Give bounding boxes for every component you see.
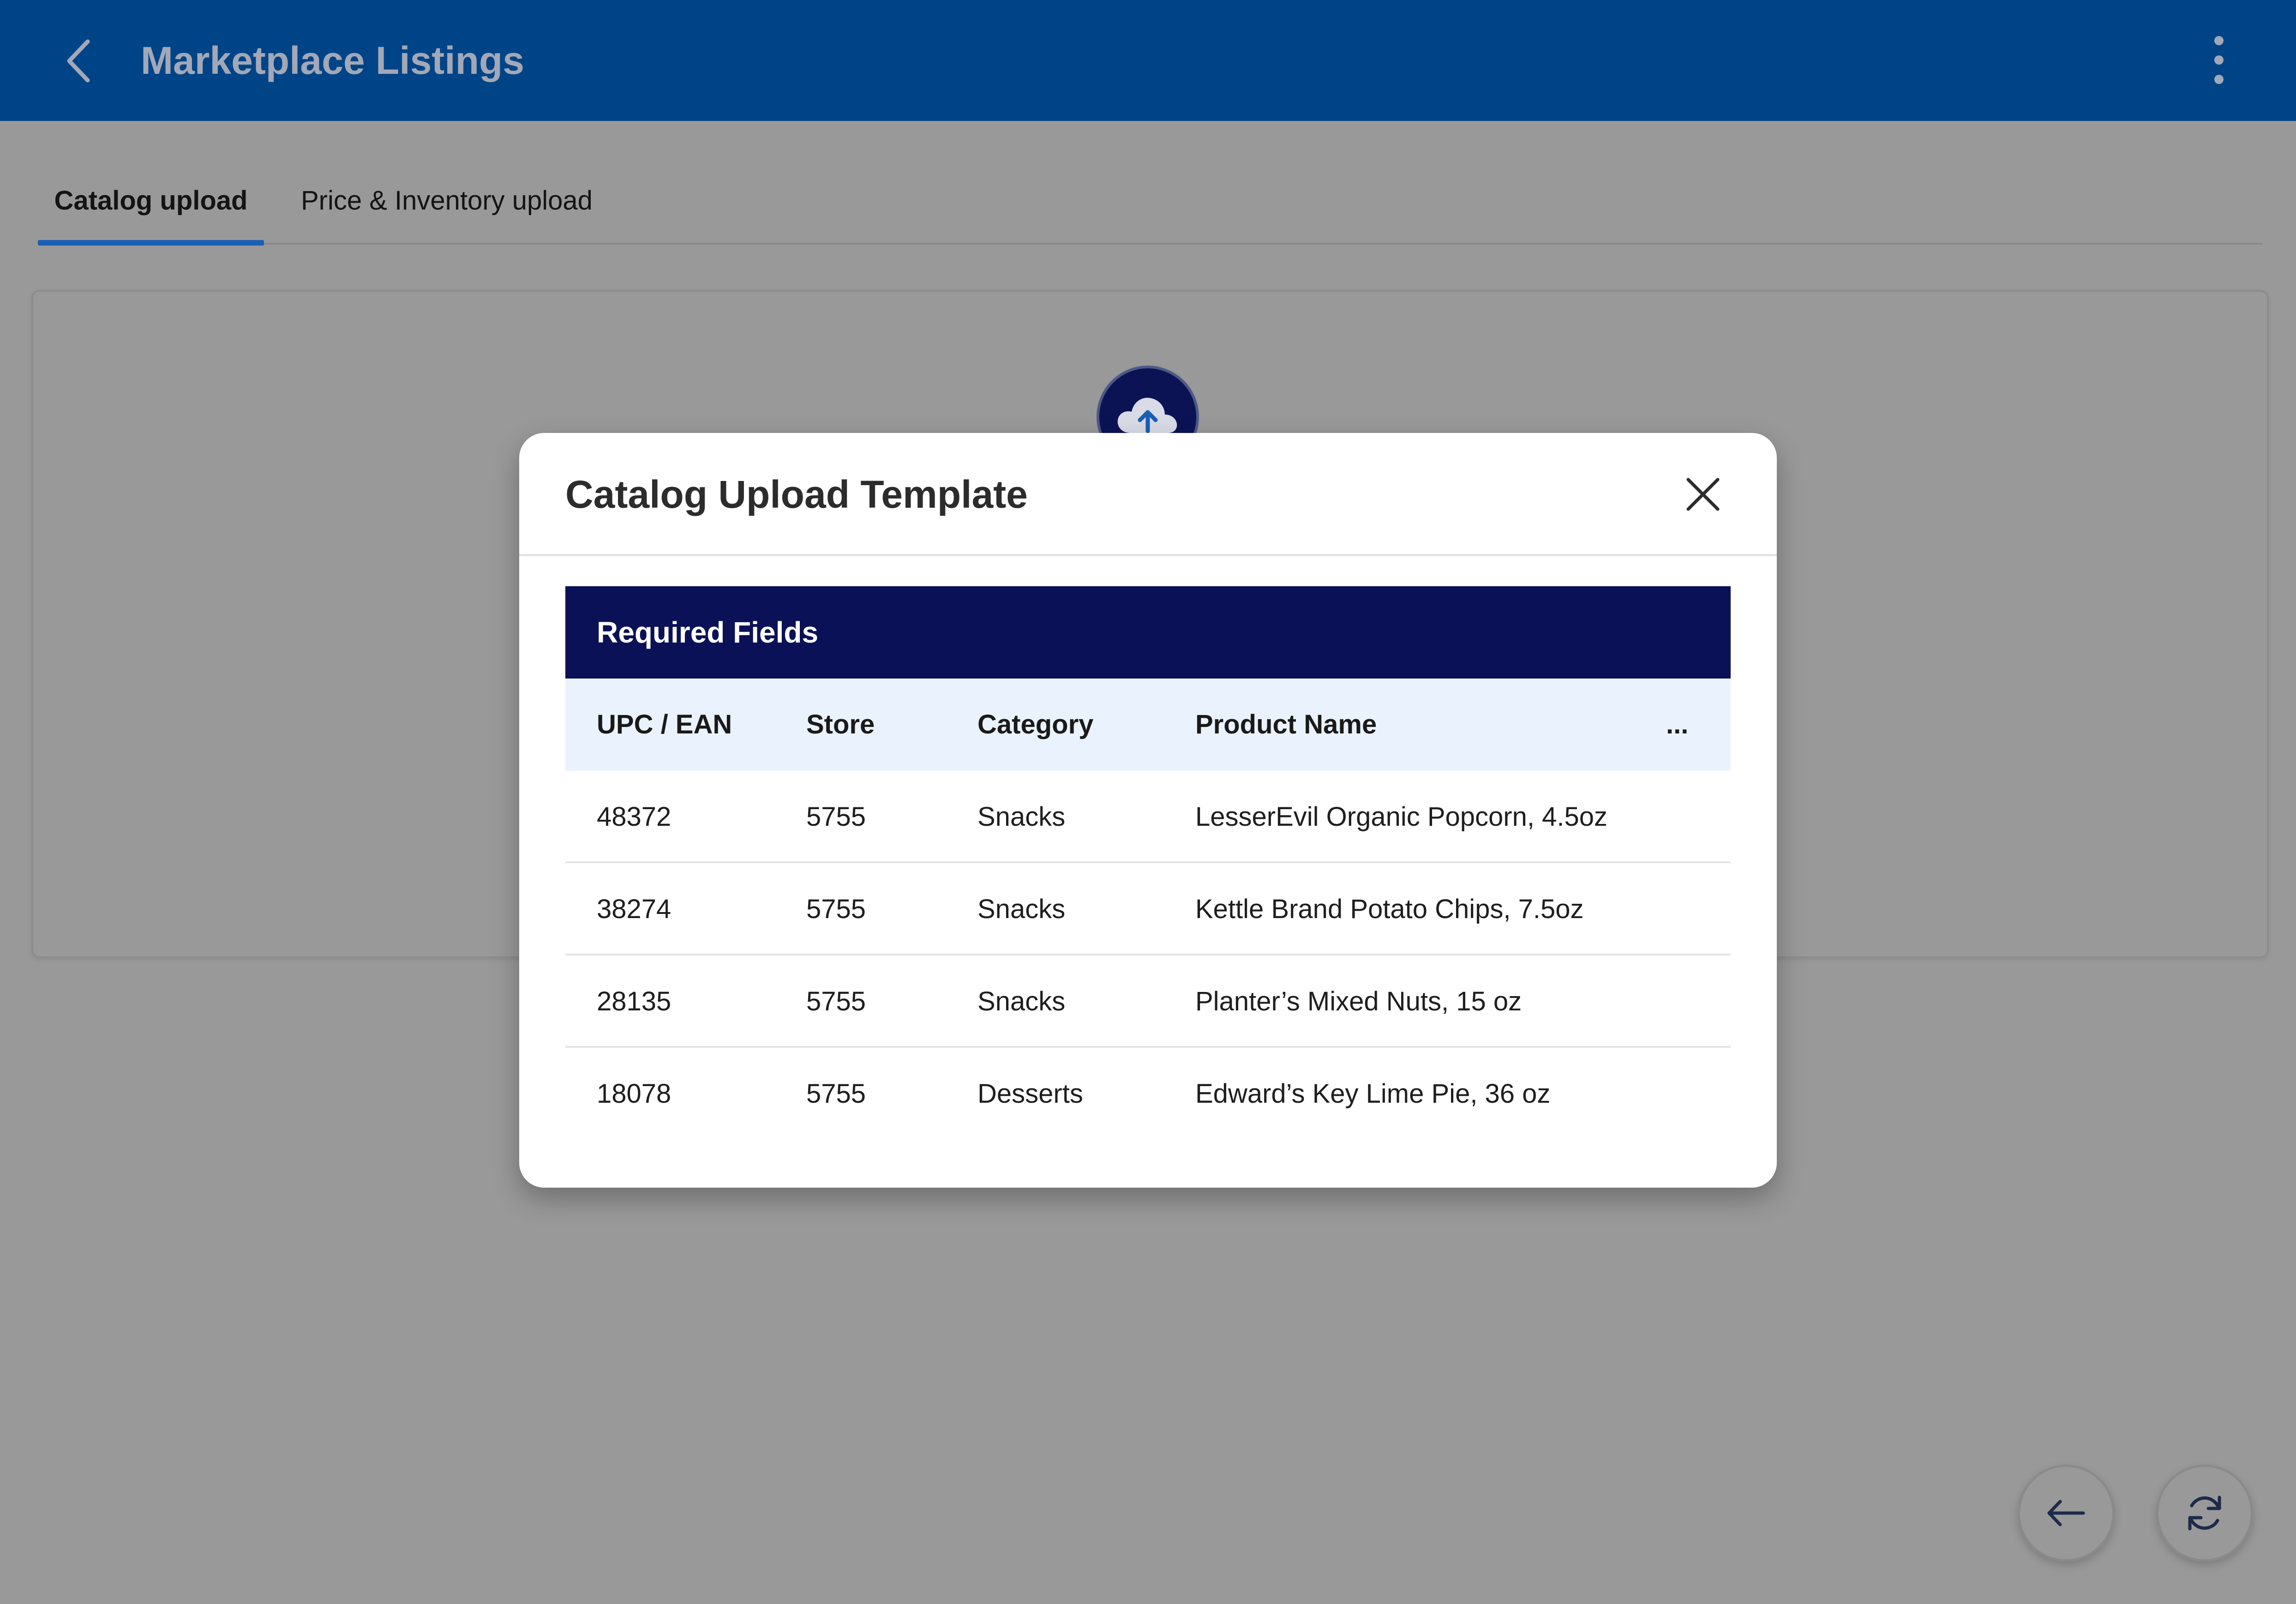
column-header-store: Store bbox=[806, 709, 875, 739]
column-header-more: ... bbox=[1666, 709, 1689, 739]
cell-store: 5755 bbox=[806, 894, 866, 924]
table-banner: Required Fields bbox=[565, 586, 1731, 679]
catalog-upload-template-modal: Catalog Upload Template Required Fields … bbox=[519, 433, 1777, 1188]
modal-divider bbox=[519, 554, 1777, 556]
table-row: 18078 5755 Desserts Edward’s Key Lime Pi… bbox=[565, 1048, 1731, 1140]
required-fields-table: Required Fields UPC / EAN Store Category… bbox=[565, 586, 1731, 1140]
table-row: 28135 5755 Snacks Planter’s Mixed Nuts, … bbox=[565, 955, 1731, 1048]
table-header-row: UPC / EAN Store Category Product Name ..… bbox=[565, 679, 1731, 771]
cell-category: Snacks bbox=[977, 894, 1066, 924]
chevron-left-icon bbox=[67, 39, 90, 83]
cell-upc-ean: 18078 bbox=[597, 1079, 671, 1109]
cell-product-name: Edward’s Key Lime Pie, 36 oz bbox=[1195, 1079, 1551, 1109]
tab-price-inventory-upload[interactable]: Price & Inventory upload bbox=[301, 152, 593, 243]
cell-category: Snacks bbox=[977, 802, 1066, 832]
column-header-upc-ean: UPC / EAN bbox=[597, 709, 732, 739]
table-row: 48372 5755 Snacks LesserEvil Organic Pop… bbox=[565, 771, 1731, 863]
cell-upc-ean: 28135 bbox=[597, 986, 671, 1016]
cell-product-name: LesserEvil Organic Popcorn, 4.5oz bbox=[1195, 802, 1607, 832]
close-button[interactable] bbox=[1673, 464, 1733, 524]
cell-store: 5755 bbox=[806, 1079, 866, 1109]
cell-product-name: Planter’s Mixed Nuts, 15 oz bbox=[1195, 986, 1522, 1016]
kebab-menu-icon bbox=[2214, 36, 2224, 45]
tab-catalog-upload[interactable]: Catalog upload bbox=[38, 152, 264, 246]
cell-store: 5755 bbox=[806, 802, 866, 832]
column-header-product-name: Product Name bbox=[1195, 709, 1377, 739]
table-row: 38274 5755 Snacks Kettle Brand Potato Ch… bbox=[565, 863, 1731, 955]
refresh-icon bbox=[2188, 1496, 2221, 1531]
close-icon bbox=[1686, 478, 1720, 511]
back-fab-button[interactable] bbox=[2018, 1465, 2115, 1562]
page-title: Marketplace Listings bbox=[141, 39, 524, 82]
column-header-category: Category bbox=[977, 709, 1094, 739]
app-header: Marketplace Listings bbox=[0, 0, 2296, 121]
cell-upc-ean: 48372 bbox=[597, 802, 671, 832]
back-button[interactable] bbox=[55, 33, 102, 89]
cell-category: Desserts bbox=[977, 1079, 1083, 1109]
refresh-fab-button[interactable] bbox=[2156, 1465, 2253, 1562]
modal-title: Catalog Upload Template bbox=[565, 473, 1028, 516]
cell-product-name: Kettle Brand Potato Chips, 7.5oz bbox=[1195, 894, 1584, 924]
arrow-left-icon bbox=[2047, 1500, 2085, 1526]
cell-upc-ean: 38274 bbox=[597, 894, 671, 924]
cell-store: 5755 bbox=[806, 986, 866, 1016]
tab-bar: Catalog upload Price & Inventory upload bbox=[38, 152, 2262, 246]
cell-category: Snacks bbox=[977, 986, 1066, 1016]
more-options-button[interactable] bbox=[2197, 32, 2241, 88]
